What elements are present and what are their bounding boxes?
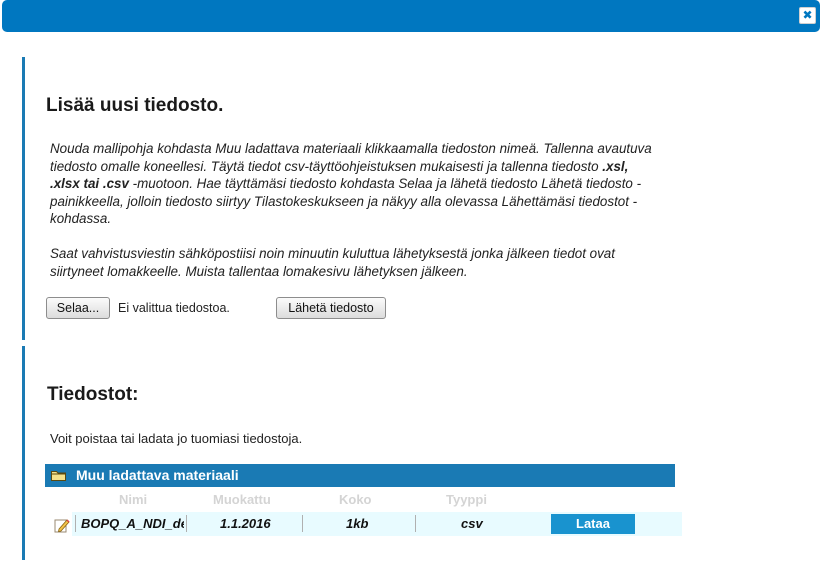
upload-section: Lisää uusi tiedosto. Nouda mallipohja ko…	[22, 57, 815, 340]
close-button[interactable]: ✖	[799, 7, 816, 24]
file-name-link[interactable]: BOPQ_A_NDI_de	[81, 516, 184, 531]
column-divider	[415, 515, 416, 532]
upload-title: Lisää uusi tiedosto.	[46, 95, 224, 116]
instructions-text-a: Nouda mallipohja kohdasta Muu ladattava …	[50, 141, 652, 174]
instructions-paragraph-1: Nouda mallipohja kohdasta Muu ladattava …	[50, 140, 660, 228]
column-divider	[302, 515, 303, 532]
files-section: Tiedostot: Voit poistaa tai ladata jo tu…	[22, 346, 815, 560]
column-header-type: Tyyppi	[446, 492, 487, 507]
table-row: BOPQ_A_NDI_de 1.1.2016 1kb csv Lataa	[72, 512, 682, 536]
dialog-titlebar: ✖	[2, 0, 820, 32]
files-intro: Voit poistaa tai ladata jo tuomiasi tied…	[50, 431, 303, 446]
file-modified: 1.1.2016	[220, 516, 271, 531]
folder-icon	[51, 471, 66, 481]
pencil-icon[interactable]	[54, 517, 70, 533]
column-divider	[75, 515, 76, 532]
send-file-button[interactable]: Lähetä tiedosto	[276, 297, 386, 319]
instructions-paragraph-2: Saat vahvistusviestin sähköpostiisi noin…	[50, 246, 615, 279]
file-type: csv	[461, 516, 483, 531]
browse-button[interactable]: Selaa...	[46, 297, 110, 319]
no-file-selected-text: Ei valittua tiedostoa.	[118, 301, 230, 315]
folder-label: Muu ladattava materiaali	[76, 467, 239, 483]
upload-instructions: Nouda mallipohja kohdasta Muu ladattava …	[50, 140, 660, 298]
column-header-modified: Muokattu	[213, 492, 271, 507]
file-size: 1kb	[346, 516, 369, 531]
column-divider	[186, 515, 187, 532]
column-header-name: Nimi	[119, 492, 148, 507]
folder-header[interactable]: Muu ladattava materiaali	[45, 464, 675, 487]
column-header-size: Koko	[339, 492, 372, 507]
files-title: Tiedostot:	[47, 384, 139, 405]
instructions-text-b: -muotoon. Hae täyttämäsi tiedosto kohdas…	[50, 176, 642, 226]
close-icon: ✖	[802, 8, 813, 22]
download-button[interactable]: Lataa	[551, 514, 635, 534]
